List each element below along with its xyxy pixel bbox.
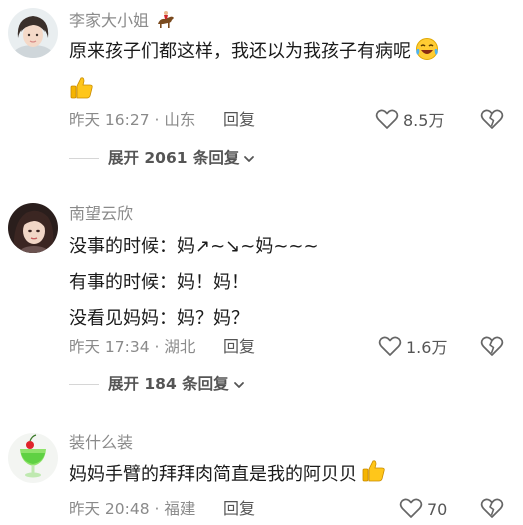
comment-item: 装什么装 妈妈手臂的拜拜肉简直是我的阿贝贝 昨天 20:48 · 福建 回复 7… bbox=[0, 424, 523, 525]
comment-item: 南望云欣 没事的时候：妈↗~↘~妈~~~ 有事的时候：妈！妈！ 没看见妈妈：妈？… bbox=[0, 195, 523, 405]
heart-outline-icon bbox=[378, 335, 402, 361]
divider bbox=[69, 157, 99, 159]
comment-body: 原来孩子们都这样，我还以为我孩子有病呢 bbox=[69, 34, 509, 114]
expand-replies-button[interactable]: 展开 184 条回复 bbox=[69, 373, 245, 395]
expand-replies-button[interactable]: 展开 2061 条回复 bbox=[69, 147, 255, 169]
comment-meta: 昨天 20:48 · 福建 bbox=[69, 500, 196, 518]
like-button[interactable]: 70 bbox=[399, 497, 447, 523]
chevron-down-icon bbox=[233, 375, 245, 394]
comment-text-line: 原来孩子们都这样，我还以为我孩子有病呢 bbox=[69, 34, 509, 74]
username[interactable]: 装什么装 bbox=[69, 433, 133, 453]
heart-outline-icon bbox=[399, 497, 423, 523]
broken-heart-icon bbox=[480, 498, 504, 523]
chevron-down-icon bbox=[243, 149, 255, 168]
like-count: 70 bbox=[427, 500, 448, 519]
like-button[interactable]: 8.5万 bbox=[375, 108, 444, 134]
laughing-crying-emoji bbox=[415, 37, 439, 74]
broken-heart-icon bbox=[480, 109, 504, 134]
comment-item: 李家大小姐 原来孩子们都这样，我还以为我孩子有病呢 昨天 16:27 · 山东 … bbox=[0, 0, 523, 175]
comment-text-line: 妈妈手臂的拜拜肉简直是我的阿贝贝 bbox=[69, 457, 509, 497]
comment-text: 原来孩子们都这样，我还以为我孩子有病呢 bbox=[69, 41, 411, 62]
comment-body: 没事的时候：妈↗~↘~妈~~~ 有事的时候：妈！妈！ 没看见妈妈：妈？妈？ bbox=[69, 229, 509, 337]
expand-replies-label: 展开 184 条回复 bbox=[108, 375, 229, 393]
horse-rider-icon bbox=[155, 9, 177, 34]
reply-button[interactable]: 回复 bbox=[223, 498, 255, 520]
dislike-button[interactable] bbox=[480, 108, 504, 134]
username-text: 南望云欣 bbox=[69, 204, 134, 223]
comment-text-line: 有事的时候：妈！妈！ bbox=[69, 272, 249, 293]
username[interactable]: 李家大小姐 bbox=[69, 9, 177, 34]
like-count: 1.6万 bbox=[406, 338, 448, 357]
avatar[interactable] bbox=[8, 433, 58, 483]
dislike-button[interactable] bbox=[480, 497, 504, 523]
broken-heart-icon bbox=[480, 336, 504, 361]
avatar[interactable] bbox=[8, 8, 58, 58]
comment-body: 妈妈手臂的拜拜肉简直是我的阿贝贝 bbox=[69, 457, 509, 497]
comment-text: 妈妈手臂的拜拜肉简直是我的阿贝贝 bbox=[69, 464, 357, 485]
username-text: 李家大小姐 bbox=[69, 11, 150, 30]
comment-text-line: 没事的时候：妈↗~↘~妈~~~ bbox=[69, 236, 319, 257]
comment-meta: 昨天 16:27 · 山东 bbox=[69, 111, 196, 129]
username-text: 装什么装 bbox=[69, 433, 134, 452]
divider bbox=[69, 383, 99, 385]
dislike-button[interactable] bbox=[480, 335, 504, 361]
comment-text-line: 没看见妈妈：妈？妈？ bbox=[69, 308, 249, 329]
avatar[interactable] bbox=[8, 203, 58, 253]
comment-meta: 昨天 17:34 · 湖北 bbox=[69, 338, 196, 356]
reply-button[interactable]: 回复 bbox=[223, 109, 255, 131]
like-button[interactable]: 1.6万 bbox=[378, 335, 447, 361]
reply-button[interactable]: 回复 bbox=[223, 336, 255, 358]
thumbs-up-emoji bbox=[361, 458, 387, 497]
heart-outline-icon bbox=[375, 108, 399, 134]
username[interactable]: 南望云欣 bbox=[69, 204, 133, 224]
like-count: 8.5万 bbox=[403, 111, 445, 130]
expand-replies-label: 展开 2061 条回复 bbox=[108, 149, 240, 167]
